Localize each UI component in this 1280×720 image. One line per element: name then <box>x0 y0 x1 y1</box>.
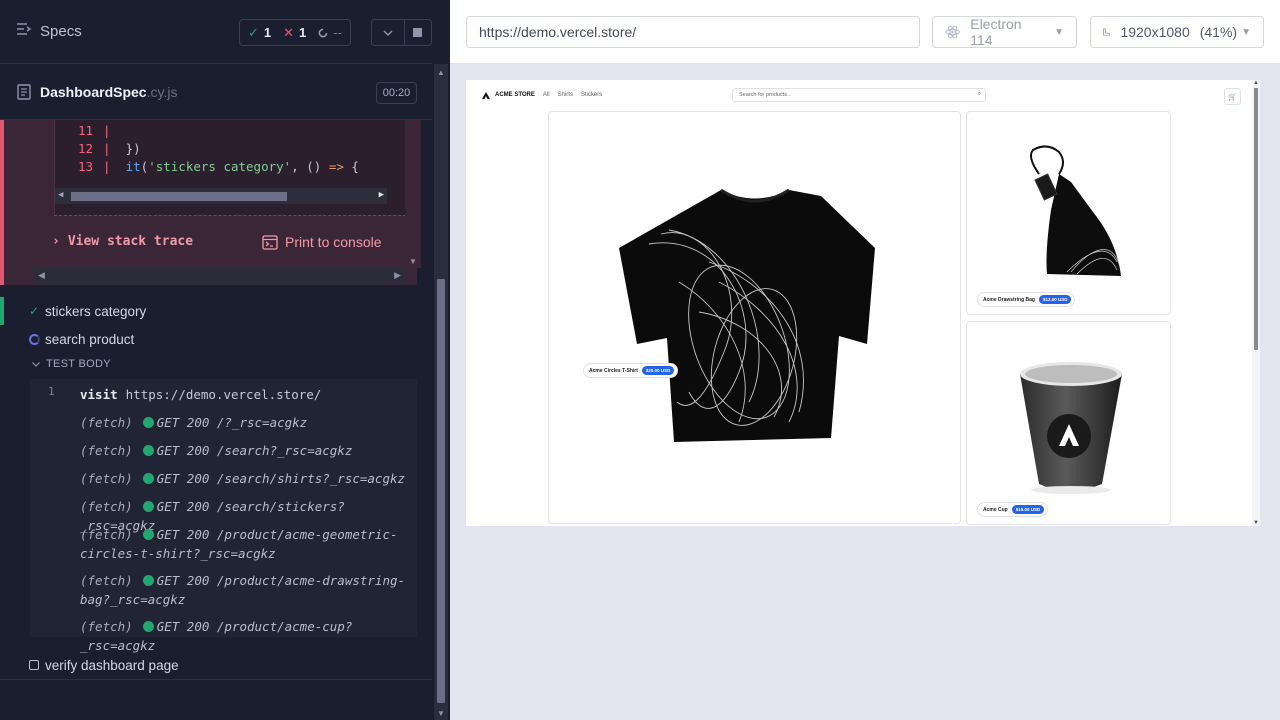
document-icon <box>17 84 31 100</box>
scroll-down-icon[interactable]: ▼ <box>1253 520 1259 526</box>
acme-cup-image <box>1020 362 1122 494</box>
spec-header: DashboardSpec.cy.js 00:20 <box>0 64 432 120</box>
code-line-13: 13 | it('stickers category', () => { <box>77 159 359 174</box>
cypress-runner-panel: Specs ✓ 1 ✕ 1 -- DashboardSpec.cy.js 00:20… <box>0 0 450 720</box>
stop-icon <box>413 28 422 37</box>
chevron-down-icon: ▼ <box>1054 26 1064 38</box>
check-icon: ✓ <box>29 304 40 318</box>
scroll-up-icon[interactable]: ▲ <box>437 68 445 77</box>
price-badge: $12.00 USD <box>1038 295 1072 304</box>
stop-button[interactable] <box>404 19 432 46</box>
scroll-left-icon[interactable]: ◀ <box>58 190 63 200</box>
electron-icon <box>945 25 960 39</box>
code-line-12: 12 | }) <box>77 141 141 156</box>
error-vertical-scrollbar[interactable]: ▼ <box>405 120 421 268</box>
scroll-left-icon[interactable]: ◀ <box>38 270 45 281</box>
chevron-down-icon: ▼ <box>1241 26 1251 38</box>
product-label: Acme Circles T-Shirt $20.00 USD <box>583 363 679 378</box>
code-scroll-thumb[interactable] <box>71 192 287 201</box>
scroll-down-icon[interactable]: ▼ <box>437 709 445 718</box>
code-line-11: 11 | <box>77 123 111 138</box>
product-card-cup[interactable]: Acme Cup $15.00 USD <box>966 321 1171 525</box>
status-success-icon <box>142 473 154 484</box>
nav-link-all[interactable]: All <box>543 92 550 98</box>
status-success-icon <box>142 501 154 512</box>
pending-count: -- <box>318 25 342 40</box>
scroll-right-icon[interactable]: ▶ <box>394 270 401 281</box>
tshirt-image <box>619 188 875 442</box>
search-icon: ⌕ <box>977 91 981 97</box>
running-spinner-icon <box>29 333 40 345</box>
app-under-test-frame[interactable]: ACME STORE All Shirts Stickers Search fo… <box>466 80 1260 526</box>
code-horizontal-scrollbar[interactable]: ◀ ▶ <box>55 188 387 204</box>
test-stats: ✓ 1 ✕ 1 -- <box>239 19 351 46</box>
nav-link-shirts[interactable]: Shirts <box>558 92 573 98</box>
url-bar[interactable]: https://demo.vercel.store/ <box>466 16 920 48</box>
failed-count: ✕ 1 <box>283 24 307 40</box>
test-verify-dashboard-page[interactable]: verify dashboard page <box>0 651 432 679</box>
print-to-console-button[interactable]: Print to console <box>262 234 382 250</box>
scrollbar-thumb[interactable] <box>437 279 445 703</box>
view-stack-trace-button[interactable]: › View stack trace <box>52 234 193 249</box>
status-success-icon <box>142 575 154 586</box>
reporter-scrollbar[interactable]: ▲ ▼ <box>434 64 448 720</box>
app-scrollbar[interactable]: ▲ ▼ <box>1252 80 1260 526</box>
test-stickers-category[interactable]: ✓ stickers category <box>0 297 432 325</box>
cart-icon: 🛒 <box>1228 93 1237 101</box>
nav-link-stickers[interactable]: Stickers <box>581 92 602 98</box>
store-search-input[interactable]: Search for products... ⌕ <box>732 88 986 102</box>
acme-logo-icon <box>482 91 490 99</box>
chevron-down-button[interactable] <box>371 19 405 46</box>
cart-button[interactable]: 🛒 <box>1224 88 1241 105</box>
test-search-product[interactable]: search product <box>0 325 432 353</box>
specs-list-icon <box>16 22 32 40</box>
chevron-down-icon <box>32 361 40 367</box>
store-logo[interactable]: ACME STORE <box>482 91 535 99</box>
viewport-selector[interactable]: 1920x1080 (41%) ▼ <box>1090 16 1264 48</box>
passed-count: ✓ 1 <box>248 24 272 40</box>
code-snippet: 11 | 12 | }) 13 | it('stickers category', (… <box>54 120 416 215</box>
specs-toolbar: Specs ✓ 1 ✕ 1 -- <box>0 0 432 64</box>
divider <box>0 679 432 680</box>
product-card-bag[interactable]: Acme Drawstring Bag $12.00 USD <box>966 111 1171 315</box>
drawstring-bag-image <box>1030 145 1121 276</box>
specs-toggle-button[interactable]: Specs <box>16 22 82 40</box>
price-badge: $15.00 USD <box>1011 505 1045 514</box>
status-success-icon <box>142 529 154 540</box>
terminal-icon <box>262 234 278 250</box>
chevron-right-icon: › <box>52 234 60 249</box>
pending-test-icon <box>29 660 39 670</box>
product-card-tshirt[interactable]: Acme Circles T-Shirt $20.00 USD <box>548 111 961 524</box>
command-log: 1 visit https://demo.vercel.store/ (fetch… <box>30 379 417 653</box>
error-horizontal-scrollbar[interactable]: ◀ ▶ <box>34 268 405 284</box>
ruler-icon <box>1103 28 1111 36</box>
product-label: Acme Drawstring Bag $12.00 USD <box>977 292 1076 307</box>
price-badge: $20.00 USD <box>641 366 675 375</box>
chevron-down-icon <box>383 30 393 36</box>
aut-header: https://demo.vercel.store/ Electron 114 … <box>450 0 1280 64</box>
app-scroll-thumb[interactable] <box>1254 88 1258 350</box>
status-success-icon <box>142 417 154 428</box>
scroll-right-icon[interactable]: ▶ <box>379 190 384 200</box>
product-label: Acme Cup $15.00 USD <box>977 502 1049 517</box>
status-success-icon <box>142 621 154 632</box>
spec-file-name[interactable]: DashboardSpec.cy.js <box>40 84 177 100</box>
status-success-icon <box>142 445 154 456</box>
spec-duration: 00:20 <box>376 82 417 104</box>
scroll-up-icon[interactable]: ▲ <box>1253 80 1259 86</box>
divider <box>54 215 416 216</box>
test-body-toggle[interactable]: TEST BODY <box>32 358 111 370</box>
specs-label: Specs <box>40 22 82 40</box>
failed-test-error: 11 | 12 | }) 13 | it('stickers category', (… <box>0 120 421 285</box>
browser-selector[interactable]: Electron 114 ▼ <box>932 16 1077 48</box>
